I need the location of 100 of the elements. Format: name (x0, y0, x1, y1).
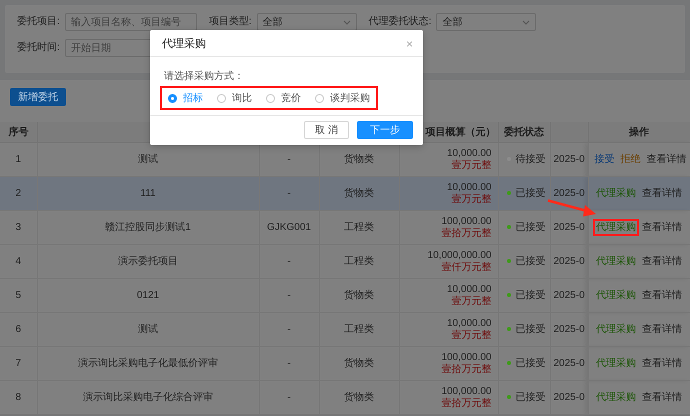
amount-words: 壹拾万元整 (440, 228, 492, 240)
status-text: 待接受 (516, 154, 546, 164)
action-link[interactable]: 代理采购 (593, 252, 639, 270)
table-cell: 8 (0, 380, 37, 414)
table-row[interactable]: 3 赣江控股同步测试1 GJKG001 工程类 100,000.00 壹拾万元整 已接受 2025-0 代理采购 查看详情 (0, 210, 690, 244)
status-text: 已接受 (516, 188, 546, 198)
close-button[interactable]: × (406, 36, 413, 50)
table-cell: - (259, 244, 319, 278)
table-cell: 3 (0, 210, 37, 244)
table-cell: 2025-0 (550, 380, 588, 414)
action-link[interactable]: 查看详情 (639, 218, 685, 236)
status-text: 已接受 (516, 324, 546, 334)
table-cell: 2025-0 (550, 312, 588, 346)
filter-label: 代理委托状态: (368, 16, 432, 28)
table-row[interactable]: 5 0121 - 货物类 10,000.00 壹万元整 已接受 2025-0 代理采购 查看详情 (0, 278, 690, 312)
table-cell: 演示询比采购电子化综合评审 (37, 380, 259, 414)
amount-words: 壹万元整 (450, 160, 492, 172)
amount-text: 10,000.00 (446, 318, 492, 330)
status-text: 已接受 (516, 256, 546, 266)
radio-option[interactable]: 谈判采购 (315, 91, 370, 105)
action-link[interactable]: 代理采购 (593, 218, 639, 236)
action-link[interactable]: 查看详情 (639, 354, 685, 372)
arrow (547, 199, 597, 219)
action-link[interactable]: 查看详情 (639, 286, 685, 304)
amount-text: 100,000.00 (440, 216, 492, 228)
action-link[interactable]: 接受 (592, 150, 618, 168)
table-row[interactable]: 4 演示委托项目 - 工程类 10,000,000.00 壹仟万元整 已接受 2025-0 代理采购 查看详情 (0, 244, 690, 278)
action-link[interactable]: 代理采购 (593, 320, 639, 338)
table-cell: 4 (0, 244, 37, 278)
table-cell: 演示委托项目 (37, 244, 259, 278)
table-cell: 演示询比采购电子化最低价评审 (37, 346, 259, 380)
action-link[interactable]: 拒绝 (618, 150, 644, 168)
table-cell: 6 (0, 312, 37, 346)
table-cell: - (259, 278, 319, 312)
table-cell: 测试 (37, 312, 259, 346)
amount-words: 壹万元整 (450, 296, 492, 308)
table-cell: 工程类 (319, 210, 399, 244)
status-text: 已接受 (516, 392, 546, 402)
amount-text: 10,000,000.00 (426, 250, 492, 262)
chevron-icon (342, 20, 351, 24)
amount-text: 100,000.00 (440, 352, 492, 364)
select-field[interactable]: 全部 (436, 13, 536, 31)
amount-words: 壹仟万元整 (440, 262, 492, 274)
action-link[interactable]: 代理采购 (593, 354, 639, 372)
column-header: 项目概算（元） (426, 127, 496, 138)
table-row[interactable]: 8 演示询比采购电子化综合评审 - 货物类 100,000.00 壹拾万元整 已接受 2025-0 代理采购 查看详情 (0, 380, 690, 414)
table-row[interactable]: 2 111 - 货物类 10,000.00 壹万元整 已接受 2025-0 代理采购 查看详情 (0, 176, 690, 210)
amount-words: 壹万元整 (450, 330, 492, 342)
radio-option[interactable]: 询比 (217, 91, 252, 105)
table-cell: 赣江控股同步测试1 (37, 210, 259, 244)
cancel-button[interactable]: 取 消 (304, 121, 349, 139)
input-field[interactable]: 输入项目名称、项目编号 (64, 13, 197, 31)
radio-option[interactable]: 招标 (168, 91, 203, 105)
table-cell: 货物类 (319, 176, 399, 210)
table-cell: - (259, 312, 319, 346)
action-link[interactable]: 代理采购 (593, 286, 639, 304)
table-cell: 工程类 (319, 312, 399, 346)
table-cell: 2 (0, 176, 37, 210)
status-text: 已接受 (516, 222, 546, 232)
table-cell: 2025-0 (550, 346, 588, 380)
filter-label: 委托项目: (17, 16, 60, 28)
action-link[interactable]: 查看详情 (639, 320, 685, 338)
amount-words: 壹拾万元整 (440, 364, 492, 376)
status-text: 已接受 (516, 290, 546, 300)
table-cell: 货物类 (319, 346, 399, 380)
filter-label: 委托时间: (17, 42, 60, 54)
amount-text: 100,000.00 (440, 386, 492, 398)
table-row[interactable]: 7 演示询比采购电子化最低价评审 - 货物类 100,000.00 壹拾万元整 已接受 2025-0 代理采购 查看详情 (0, 346, 690, 380)
table-cell: - (259, 176, 319, 210)
amount-text: 10,000.00 (446, 148, 492, 160)
table-cell: 7 (0, 346, 37, 380)
table-cell: - (259, 346, 319, 380)
table-cell: 工程类 (319, 244, 399, 278)
radio-option[interactable]: 竞价 (266, 91, 301, 105)
table-cell: 5 (0, 278, 37, 312)
action-link[interactable]: 查看详情 (639, 184, 685, 202)
amount-words: 壹拾万元整 (440, 398, 492, 410)
column-header: 委托状态 (504, 127, 544, 138)
chevron-icon (522, 20, 530, 24)
column-header: 序号 (8, 127, 28, 138)
table-row[interactable]: 6 测试 - 工程类 10,000.00 壹万元整 已接受 2025-0 代理采购 查看详情 (0, 312, 690, 346)
table-cell: 2025-0 (550, 278, 588, 312)
table-cell: 111 (37, 176, 259, 210)
action-link[interactable]: 代理采购 (593, 388, 639, 406)
table-cell: 货物类 (319, 278, 399, 312)
select-field[interactable]: 全部 (256, 13, 357, 31)
action-link[interactable]: 查看详情 (639, 388, 685, 406)
next-button[interactable]: 下一步 (357, 121, 413, 139)
action-link[interactable]: 查看详情 (639, 252, 685, 270)
amount-text: 10,000.00 (446, 182, 492, 194)
column-header: 操作 (629, 127, 649, 138)
action-link[interactable]: 查看详情 (644, 150, 690, 168)
table-cell: GJKG001 (259, 210, 319, 244)
table-cell: 2025-0 (550, 244, 588, 278)
table-cell: 0121 (37, 278, 259, 312)
amount-text: 10,000.00 (446, 284, 492, 296)
table-cell: 货物类 (319, 380, 399, 414)
prompt-text: 请选择采购方式： (164, 70, 245, 83)
table-cell: - (259, 380, 319, 414)
new-button[interactable]: 新增委托 (10, 88, 66, 106)
